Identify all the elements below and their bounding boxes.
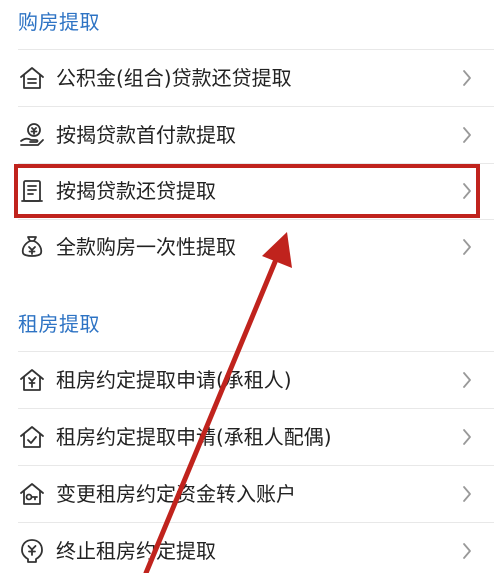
ledger-icon (18, 177, 46, 205)
chevron-right-icon (460, 539, 474, 563)
list-item-mortgage-repayment[interactable]: 按揭贷款还贷提取 (0, 163, 494, 219)
list-item-terminate-rental[interactable]: 终止租房约定提取 (0, 523, 494, 579)
hand-coin-icon (18, 121, 46, 149)
house-key-icon (18, 480, 46, 508)
list-item-rental-spouse[interactable]: 租房约定提取申请(承租人配偶) (0, 409, 494, 465)
list-item-full-payment[interactable]: 全款购房一次性提取 (0, 219, 494, 275)
chevron-right-icon (460, 123, 474, 147)
list-item-down-payment[interactable]: 按揭贷款首付款提取 (0, 107, 494, 163)
list-item-label: 租房约定提取申请(承租人配偶) (56, 425, 332, 449)
list-item-rental-tenant[interactable]: 租房约定提取申请(承租人) (0, 352, 494, 408)
chevron-right-icon (460, 368, 474, 392)
chevron-right-icon (460, 235, 474, 259)
list-item-label: 变更租房约定资金转入账户 (56, 482, 296, 506)
list-item-label: 公积金(组合)贷款还贷提取 (56, 66, 292, 90)
chevron-right-icon (460, 66, 474, 90)
list-item-label: 按揭贷款还贷提取 (56, 179, 216, 203)
section-title-purchase: 购房提取 (18, 10, 100, 34)
chevron-right-icon (460, 179, 474, 203)
house-check-icon (18, 423, 46, 451)
chevron-right-icon (460, 482, 474, 506)
yen-badge-icon (18, 537, 46, 565)
section-title-rental: 租房提取 (18, 312, 100, 336)
page: 购房提取 公积金(组合)贷款还贷提取 按揭贷款首付款提取 按揭贷款还贷提取 全款… (0, 0, 494, 573)
list-item-change-account[interactable]: 变更租房约定资金转入账户 (0, 466, 494, 522)
chevron-right-icon (460, 425, 474, 449)
list-item-label: 租房约定提取申请(承租人) (56, 368, 292, 392)
house-document-icon (18, 64, 46, 92)
list-item-loan-repayment-combined[interactable]: 公积金(组合)贷款还贷提取 (0, 50, 494, 106)
list-item-label: 全款购房一次性提取 (56, 235, 236, 259)
money-bag-icon (18, 233, 46, 261)
list-item-label: 按揭贷款首付款提取 (56, 123, 236, 147)
list-item-label: 终止租房约定提取 (56, 539, 216, 563)
house-yen-icon (18, 366, 46, 394)
